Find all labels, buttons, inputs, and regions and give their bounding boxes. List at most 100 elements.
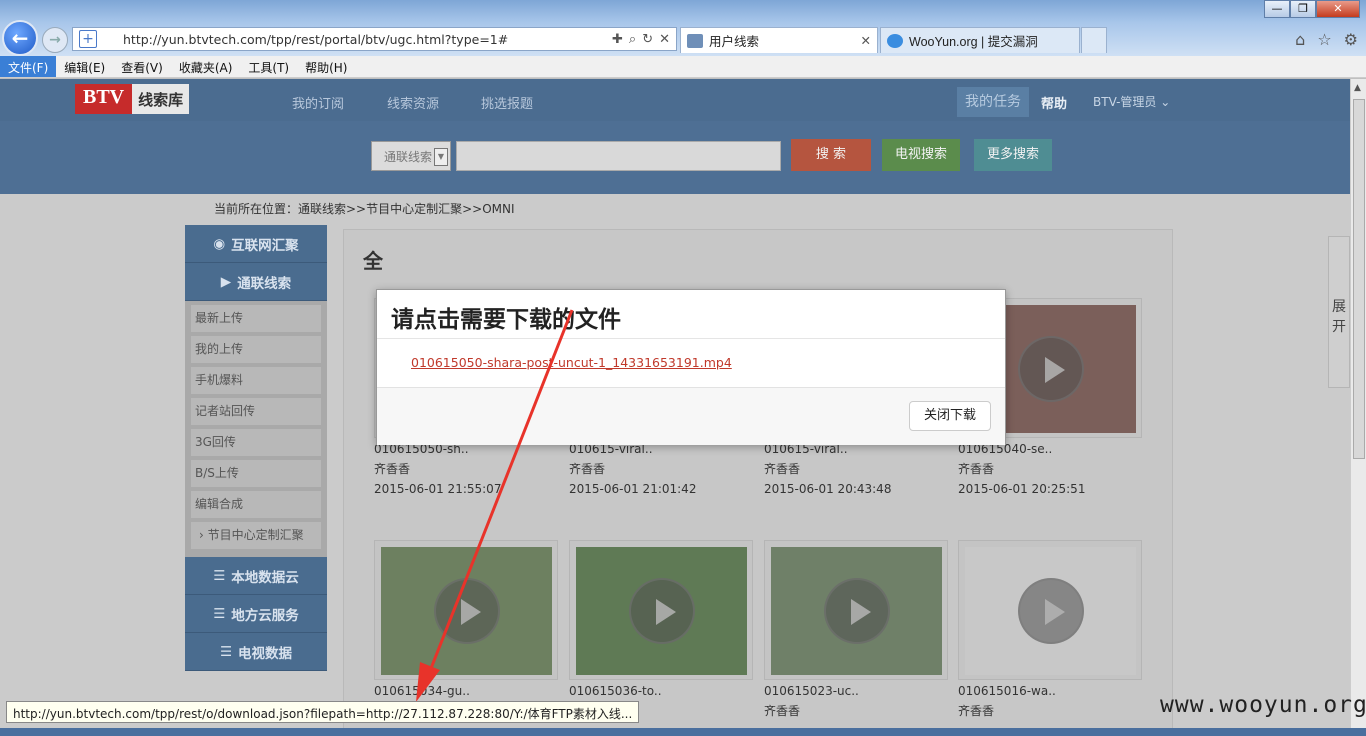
- video-card[interactable]: [569, 540, 753, 680]
- address-url[interactable]: http://yun.btvtech.com/tpp/rest/portal/b…: [123, 32, 612, 47]
- star-icon[interactable]: ☆: [1317, 30, 1331, 49]
- sidebar-label: 电视数据: [238, 645, 293, 662]
- list-icon: ☰: [213, 605, 226, 622]
- video-info: 010615-viral.. 齐香香 2015-06-01 21:01:42: [569, 439, 696, 499]
- close-tab-icon[interactable]: ✕: [861, 33, 871, 48]
- sidebar-sub-program-center[interactable]: › 节目中心定制汇聚: [191, 522, 321, 549]
- address-bar[interactable]: + http://yun.btvtech.com/tpp/rest/portal…: [72, 27, 677, 51]
- scroll-up-icon[interactable]: ▲: [1354, 83, 1361, 93]
- video-card[interactable]: [764, 540, 948, 680]
- refresh-icon[interactable]: ↻: [642, 32, 653, 47]
- menu-bar: 文件(F) 编辑(E) 查看(V) 收藏夹(A) 工具(T) 帮助(H): [0, 56, 1366, 78]
- sidebar-sub-bs[interactable]: B/S上传: [191, 460, 321, 487]
- favorites-add-icon[interactable]: +: [79, 30, 97, 48]
- video-name[interactable]: 010615034-gu..: [374, 681, 470, 701]
- compat-icon[interactable]: ✚: [612, 32, 623, 47]
- search-icon[interactable]: ⌕: [629, 32, 636, 47]
- video-info: 010615040-se.. 齐香香 2015-06-01 20:25:51: [958, 439, 1085, 499]
- sidebar-label: 通联线索: [237, 275, 292, 292]
- nav-subscriptions[interactable]: 我的订阅: [292, 93, 344, 112]
- my-tasks-button[interactable]: 我的任务: [957, 87, 1029, 117]
- expand-panel-button[interactable]: 展开: [1328, 236, 1350, 388]
- scrollbar-thumb[interactable]: [1353, 99, 1365, 459]
- video-name[interactable]: 010615036-to..: [569, 681, 662, 701]
- gear-icon[interactable]: ⚙: [1344, 30, 1358, 49]
- help-link[interactable]: 帮助: [1041, 93, 1067, 112]
- video-thumbnail[interactable]: [381, 547, 552, 675]
- search-band: 通联线索 ▼ 搜 索 电视搜索 更多搜索: [0, 121, 1350, 194]
- sidebar-item-tonglian[interactable]: ▶ 通联线索: [185, 263, 327, 301]
- download-modal: 请点击需要下载的文件 010615050-shara-post-uncut-1_…: [376, 289, 1006, 445]
- sidebar-sub-mobile[interactable]: 手机爆料: [191, 367, 321, 394]
- tab-label: 用户线索: [709, 35, 760, 49]
- panel-title: 全: [363, 249, 383, 273]
- sidebar-item-internet[interactable]: ◉ 互联网汇聚: [185, 225, 327, 263]
- play-icon[interactable]: [824, 578, 890, 644]
- home-icon[interactable]: ⌂: [1295, 30, 1305, 49]
- menu-favorites[interactable]: 收藏夹(A): [171, 56, 241, 77]
- page-scrollbar[interactable]: ▲: [1350, 79, 1366, 736]
- page-icon: [687, 33, 703, 48]
- play-icon[interactable]: [1018, 578, 1084, 644]
- video-thumbnail[interactable]: [576, 547, 747, 675]
- video-card[interactable]: [374, 540, 558, 680]
- new-tab-button[interactable]: [1081, 27, 1107, 53]
- video-name[interactable]: 010615023-uc..: [764, 681, 859, 701]
- nav-clue-resources[interactable]: 线索资源: [387, 93, 439, 112]
- sidebar-item-tvdata[interactable]: ☰ 电视数据: [185, 633, 327, 671]
- sidebar-label: 节目中心定制汇聚: [207, 528, 304, 542]
- search-type-select[interactable]: 通联线索 ▼: [371, 141, 451, 171]
- chevron-down-icon[interactable]: ▼: [434, 148, 448, 166]
- globe-icon: ◉: [213, 235, 226, 252]
- menu-view[interactable]: 查看(V): [113, 56, 171, 77]
- sidebar-label: 互联网汇聚: [231, 237, 299, 254]
- close-download-button[interactable]: 关闭下载: [909, 401, 991, 431]
- back-button[interactable]: ←: [2, 20, 38, 56]
- menu-file[interactable]: 文件(F): [0, 56, 57, 77]
- maximize-button[interactable]: ❐: [1290, 0, 1316, 18]
- site-logo[interactable]: BTV 线索库: [75, 84, 190, 114]
- nav-pick-topics[interactable]: 挑选报题: [481, 93, 533, 112]
- menu-tools[interactable]: 工具(T): [240, 56, 297, 77]
- sidebar-sub-edit[interactable]: 编辑合成: [191, 491, 321, 518]
- logo-text: 线索库: [132, 84, 190, 114]
- minimize-button[interactable]: —: [1264, 0, 1290, 18]
- menu-edit[interactable]: 编辑(E): [56, 56, 113, 77]
- breadcrumb: 当前所在位置：通联线索>>节目中心定制汇聚>>OMNI: [214, 202, 515, 216]
- sidebar-sub-my-uploads[interactable]: 我的上传: [191, 336, 321, 363]
- menu-help[interactable]: 帮助(H): [297, 56, 355, 77]
- more-search-button[interactable]: 更多搜索: [974, 139, 1052, 171]
- tab-wooyun[interactable]: WooYun.org | 提交漏洞: [880, 27, 1080, 53]
- tv-search-button[interactable]: 电视搜索: [882, 139, 960, 171]
- search-input[interactable]: [456, 141, 781, 171]
- forward-button[interactable]: →: [42, 27, 68, 53]
- play-icon[interactable]: [1018, 336, 1084, 402]
- sidebar-item-local[interactable]: ☰ 本地数据云: [185, 557, 327, 595]
- tab-user-clues[interactable]: 用户线索 ✕: [680, 27, 878, 53]
- video-name[interactable]: 010615016-wa..: [958, 681, 1056, 701]
- video-thumbnail[interactable]: [965, 547, 1136, 675]
- play-icon[interactable]: [629, 578, 695, 644]
- close-window-button[interactable]: ✕: [1316, 0, 1360, 18]
- stop-icon[interactable]: ✕: [659, 32, 670, 47]
- video-info: 010615-viral.. 齐香香 2015-06-01 20:43:48: [764, 439, 891, 499]
- sidebar-item-regional[interactable]: ☰ 地方云服务: [185, 595, 327, 633]
- sidebar-sub-station[interactable]: 记者站回传: [191, 398, 321, 425]
- play-icon[interactable]: [434, 578, 500, 644]
- video-time: 2015-06-01 21:01:42: [569, 482, 697, 496]
- sidebar-submenu: 最新上传 我的上传 手机爆料 记者站回传 3G回传 B/S上传 编辑合成 › 节…: [185, 301, 327, 557]
- address-tools: ✚ ⌕ ↻ ✕: [612, 32, 676, 47]
- sidebar-sub-3g[interactable]: 3G回传: [191, 429, 321, 456]
- search-button[interactable]: 搜 索: [791, 139, 871, 171]
- toolbar-icons: ⌂ ☆ ⚙: [1295, 30, 1358, 49]
- page-content: BTV 线索库 我的订阅 线索资源 挑选报题 我的任务 帮助 BTV-管理员 ⌄…: [0, 79, 1350, 736]
- status-bar-url: http://yun.btvtech.com/tpp/rest/o/downlo…: [6, 701, 640, 723]
- video-card[interactable]: [958, 540, 1142, 680]
- sidebar: ◉ 互联网汇聚 ▶ 通联线索 最新上传 我的上传 手机爆料 记者站回传 3G回传 B…: [185, 225, 327, 671]
- user-menu[interactable]: BTV-管理员 ⌄: [1093, 93, 1170, 110]
- sidebar-label: 地方云服务: [231, 607, 299, 624]
- video-thumbnail[interactable]: [771, 547, 942, 675]
- select-value: 通联线索: [384, 150, 433, 164]
- sidebar-sub-latest[interactable]: 最新上传: [191, 305, 321, 332]
- download-file-link[interactable]: 010615050-shara-post-uncut-1_14331653191…: [411, 355, 732, 370]
